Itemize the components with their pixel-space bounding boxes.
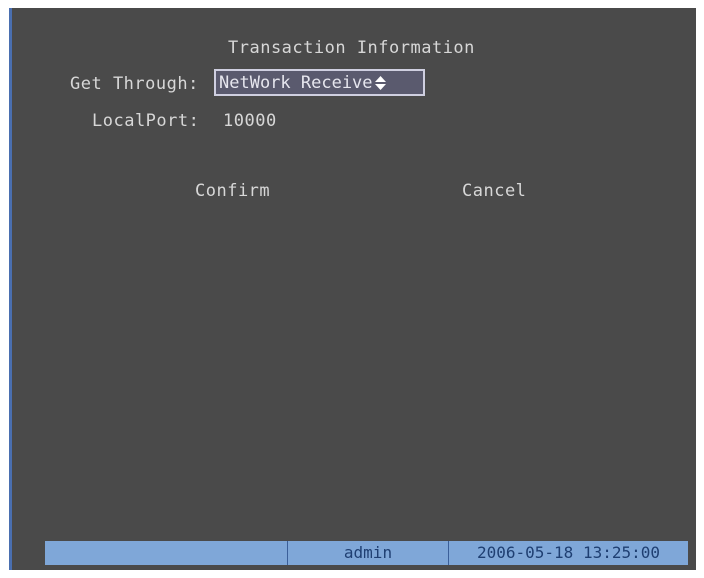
get-through-select[interactable]: NetWork Receive [214, 69, 425, 96]
localport-value[interactable]: 10000 [223, 111, 277, 131]
status-bar-empty-cell [45, 541, 288, 565]
confirm-button[interactable]: Confirm [195, 181, 270, 201]
localport-label: LocalPort: [92, 111, 200, 131]
status-user: admin [288, 541, 449, 565]
get-through-value: NetWork Receive [219, 72, 373, 93]
osd-screen: Transaction Information Get Through: Net… [9, 8, 696, 570]
status-bar: admin 2006-05-18 13:25:00 [45, 541, 688, 565]
up-down-arrows-icon [374, 75, 386, 90]
dialog-title: Transaction Information [228, 38, 475, 58]
get-through-label: Get Through: [70, 74, 199, 94]
cancel-button[interactable]: Cancel [462, 181, 526, 201]
status-datetime: 2006-05-18 13:25:00 [476, 543, 661, 562]
